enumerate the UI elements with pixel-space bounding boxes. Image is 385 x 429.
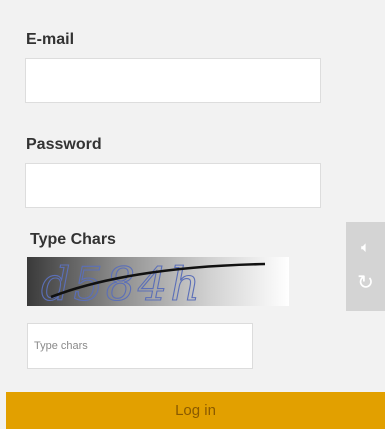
captcha-controls: 🔈︎ ↻ — [346, 222, 385, 311]
email-input[interactable] — [25, 58, 321, 103]
password-input[interactable] — [25, 163, 321, 208]
captcha-label: Type Chars — [30, 231, 116, 248]
login-button[interactable]: Log in — [6, 392, 385, 429]
captcha-text: d584h — [41, 257, 203, 306]
refresh-icon[interactable]: ↻ — [346, 270, 385, 294]
captcha-graphic: d584h — [27, 257, 289, 306]
captcha-input[interactable] — [27, 323, 253, 369]
speaker-icon[interactable]: 🔈︎ — [346, 238, 385, 256]
captcha-image: d584h — [27, 257, 289, 306]
email-label: E-mail — [26, 31, 75, 48]
password-label: Password — [26, 136, 102, 153]
